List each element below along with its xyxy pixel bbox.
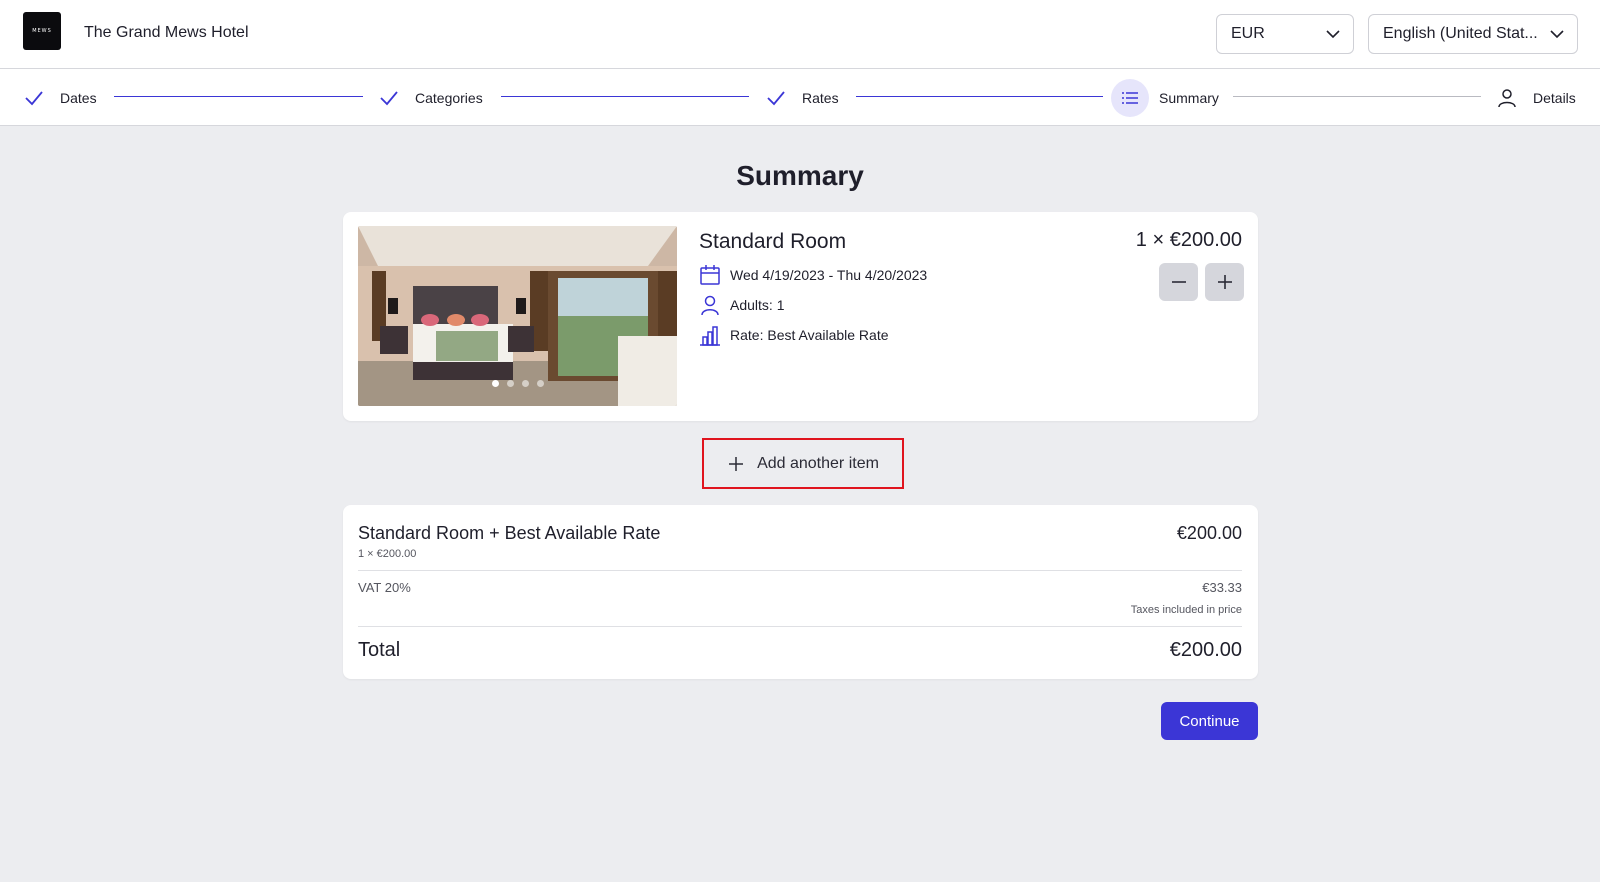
minus-icon [1171,281,1186,283]
step-connector [1233,96,1481,97]
check-icon [379,88,399,108]
step-label: Summary [1159,89,1219,106]
divider [358,626,1242,627]
person-icon [1497,88,1517,108]
summary-item-title: Standard Room + Best Available Rate [358,523,661,543]
plus-icon [727,455,745,473]
step-connector [114,96,363,97]
room-photo-carousel[interactable] [358,226,677,406]
chevron-down-icon [1326,30,1340,39]
list-icon [1111,78,1149,117]
add-another-item-label: Add another item [757,454,879,472]
step-label: Rates [802,89,839,106]
continue-button[interactable]: Continue [1161,702,1258,740]
divider [358,570,1242,571]
step-dates[interactable]: Dates [24,69,97,126]
hotel-logo[interactable]: MEWS [23,12,61,50]
add-another-item-button[interactable]: Add another item [702,438,904,489]
carousel-dot[interactable] [521,380,529,387]
room-rate: Rate: Best Available Rate [699,324,889,346]
room-dates: Wed 4/19/2023 - Thu 4/20/2023 [699,264,927,286]
total-label: Total [358,639,401,661]
room-name: Standard Room [699,230,847,253]
step-label: Categories [415,89,483,106]
language-value: English (United Stat... [1383,25,1538,42]
check-icon [766,88,786,108]
summary-item-price: €200.00 [1176,523,1242,543]
bar-chart-icon [699,324,721,346]
page-title: Summary [736,160,864,191]
carousel-dot[interactable] [491,380,499,387]
calendar-icon [699,264,721,286]
hotel-name: The Grand Mews Hotel [84,24,249,41]
vat-label: VAT 20% [358,580,411,595]
step-summary[interactable]: Summary [1111,69,1219,126]
person-icon [699,294,721,316]
decrease-quantity-button[interactable] [1159,263,1198,301]
step-label: Dates [60,89,97,106]
price-summary-card: Standard Room + Best Available Rate 1 × … [343,505,1258,679]
currency-select[interactable]: EUR [1216,14,1354,54]
tax-note: Taxes included in price [1130,604,1242,616]
step-rates[interactable]: Rates [766,69,839,126]
increase-quantity-button[interactable] [1205,263,1244,301]
total-value: €200.00 [1169,639,1242,661]
step-details[interactable]: Details [1497,69,1576,126]
room-adults-text: Adults: 1 [730,297,785,313]
top-header: MEWS The Grand Mews Hotel EUR English (U… [0,0,1600,69]
room-rate-text: Rate: Best Available Rate [730,327,889,343]
room-photo [358,226,677,406]
room-card: Standard Room Wed 4/19/2023 - Thu 4/20/2… [343,212,1258,421]
vat-value: €33.33 [1202,580,1242,595]
language-select[interactable]: English (United Stat... [1368,14,1578,54]
check-icon [24,88,44,108]
carousel-dots [358,380,677,387]
summary-item-quantity: 1 × €200.00 [358,548,417,560]
room-price: 1 × €200.00 [1135,229,1242,251]
step-label: Details [1533,89,1576,106]
room-adults: Adults: 1 [699,294,784,316]
carousel-dot[interactable] [536,380,544,387]
plus-icon [1217,275,1232,289]
step-connector [856,96,1103,97]
carousel-dot[interactable] [506,380,514,387]
room-dates-text: Wed 4/19/2023 - Thu 4/20/2023 [730,267,928,283]
currency-value: EUR [1231,25,1265,42]
chevron-down-icon [1550,30,1564,39]
step-categories[interactable]: Categories [379,69,483,126]
step-connector [501,96,749,97]
